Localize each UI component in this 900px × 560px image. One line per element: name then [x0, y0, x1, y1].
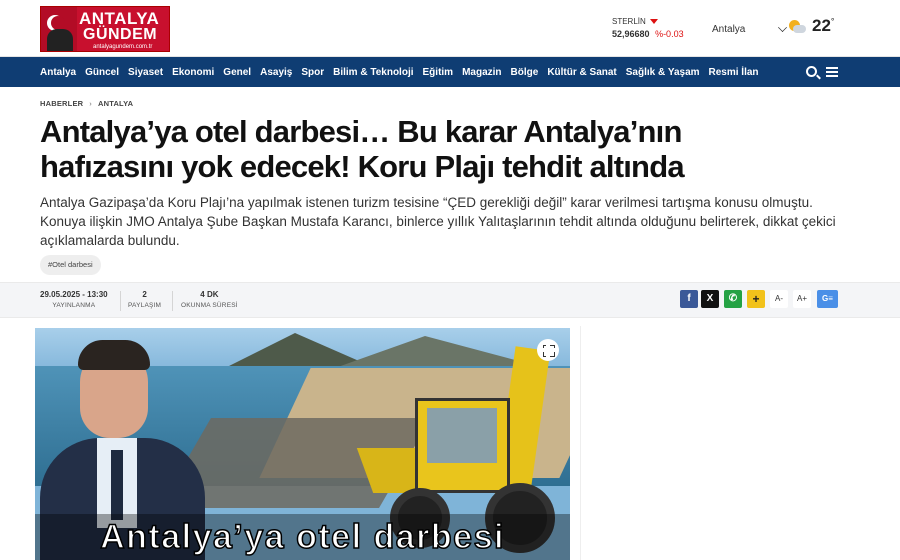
partly-cloudy-icon: [788, 20, 806, 34]
whatsapp-share-button[interactable]: ✆: [724, 290, 742, 308]
nav-item-siyaset[interactable]: Siyaset: [128, 67, 163, 78]
nav-item-spor[interactable]: Spor: [301, 67, 324, 78]
currency-value: 52,96680: [612, 29, 650, 39]
currency-name: STERLİN: [612, 17, 646, 26]
nav-item-asayis[interactable]: Asayiş: [260, 67, 292, 78]
font-increase-button[interactable]: A+: [793, 290, 811, 308]
article-tag[interactable]: #Otel darbesi: [40, 255, 101, 275]
sidebar-ad-area: [580, 326, 900, 560]
breadcrumb-section[interactable]: ANTALYA: [98, 99, 133, 108]
nav-item-bilim-teknoloji[interactable]: Bilim & Teknoloji: [333, 67, 413, 78]
currency-change: %-0.03: [655, 29, 684, 39]
hamburger-menu-icon[interactable]: [826, 67, 838, 77]
currency-widget[interactable]: STERLİN 52,96680 %-0.03: [612, 17, 702, 39]
share-count: 2 PAYLAŞIM: [128, 290, 162, 309]
read-time: 4 DK OKUNMA SÜRESİ: [181, 290, 238, 309]
site-logo[interactable]: ANTALYA GÜNDEM antalyagundem.com.tr: [40, 6, 170, 52]
facebook-share-button[interactable]: f: [680, 290, 698, 308]
chevron-right-icon: ›: [89, 99, 92, 108]
nav-item-egitim[interactable]: Eğitim: [423, 67, 454, 78]
article-title: Antalya’ya otel darbesi… Bu karar Antaly…: [40, 114, 685, 184]
nav-item-guncel[interactable]: Güncel: [85, 67, 119, 78]
font-decrease-button[interactable]: A-: [770, 290, 788, 308]
logo-site: antalyagundem.com.tr: [93, 44, 153, 50]
weather-city[interactable]: Antalya: [712, 24, 745, 35]
weather-temperature: 22°: [812, 16, 835, 35]
nav-item-antalya[interactable]: Antalya: [40, 67, 76, 78]
article-image[interactable]: Antalya’ya otel darbesi: [35, 328, 570, 560]
logo-line2: GÜNDEM: [83, 26, 158, 43]
breadcrumb: HABERLER › ANTALYA: [40, 99, 133, 108]
google-news-button[interactable]: G≡: [817, 290, 838, 308]
x-share-button[interactable]: X: [701, 290, 719, 308]
down-arrow-icon: [649, 19, 658, 25]
nav-item-magazin[interactable]: Magazin: [462, 67, 501, 78]
site-header: ANTALYA GÜNDEM antalyagundem.com.tr STER…: [0, 0, 900, 57]
excavator-figure: [356, 346, 570, 553]
nav-item-kultur-sanat[interactable]: Kültür & Sanat: [547, 67, 616, 78]
nav-item-bolge[interactable]: Bölge: [511, 67, 539, 78]
main-nav: Antalya Güncel Siyaset Ekonomi Genel Asa…: [0, 57, 900, 87]
chevron-down-icon[interactable]: [778, 23, 787, 32]
breadcrumb-home[interactable]: HABERLER: [40, 99, 83, 108]
nav-item-resmi-ilan[interactable]: Resmi İlan: [709, 67, 759, 78]
image-caption: Antalya’ya otel darbesi: [35, 514, 570, 560]
fullscreen-icon[interactable]: [537, 339, 559, 361]
more-share-button[interactable]: +: [747, 290, 765, 308]
article-summary: Antalya Gazipaşa’da Koru Plajı’na yapılm…: [40, 195, 836, 248]
nav-item-ekonomi[interactable]: Ekonomi: [172, 67, 214, 78]
article-meta-bar: 29.05.2025 - 13:30 YAYINLANMA 2 PAYLAŞIM…: [0, 282, 900, 318]
nav-item-genel[interactable]: Genel: [223, 67, 251, 78]
flag-emblem: [41, 7, 77, 51]
nav-item-saglik-yasam[interactable]: Sağlık & Yaşam: [626, 67, 700, 78]
publish-date: 29.05.2025 - 13:30 YAYINLANMA: [40, 290, 108, 309]
search-icon[interactable]: [806, 66, 817, 77]
